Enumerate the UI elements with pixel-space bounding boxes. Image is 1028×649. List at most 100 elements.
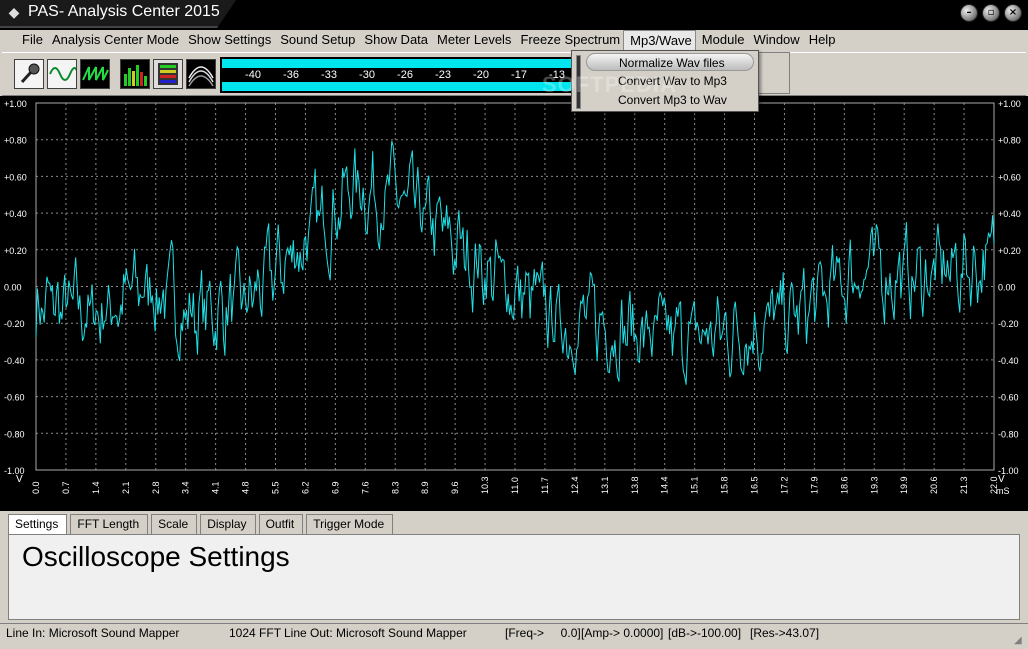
menu-module[interactable]: Module xyxy=(696,30,748,50)
x-tick-label: 18.6 xyxy=(839,476,849,494)
x-tick-label: 6.2 xyxy=(300,481,310,494)
status-res: [Res->43.07] xyxy=(750,626,820,640)
title-tab: ◆ PAS- Analysis Center 2015 xyxy=(0,0,236,28)
x-tick-label: 11.7 xyxy=(540,477,550,494)
x-tick-label: 2.1 xyxy=(121,481,131,494)
microphone-icon xyxy=(15,60,43,88)
y-tick-label-right: +0.80 xyxy=(998,136,1021,146)
x-tick-label: 17.9 xyxy=(809,476,819,494)
menu-show-settings[interactable]: Show Settings xyxy=(182,30,274,50)
close-icon: × xyxy=(1008,7,1018,18)
meter-scale-label: -20 xyxy=(473,69,489,81)
y-tick-label: -0.20 xyxy=(4,319,25,329)
meter-panel-button[interactable] xyxy=(153,59,183,89)
x-unit-label: mS xyxy=(996,486,1010,496)
menu-help[interactable]: Help xyxy=(803,30,839,50)
x-tick-label: 8.3 xyxy=(390,481,400,494)
microphone-button[interactable] xyxy=(14,59,44,89)
y-tick-label-right: +0.60 xyxy=(998,172,1021,182)
meter-panel-icon xyxy=(154,60,182,88)
settings-panel: Oscilloscope Settings xyxy=(8,534,1020,620)
y-tick-label-right: +1.00 xyxy=(998,99,1021,109)
x-tick-label: 8.9 xyxy=(420,481,430,494)
y-unit-label: V xyxy=(16,474,23,485)
y-tick-label: +0.80 xyxy=(4,136,27,146)
x-tick-label: 6.9 xyxy=(330,481,340,494)
meter-side-panel xyxy=(758,52,790,94)
menu-analysis-center-mode[interactable]: Analysis Center Mode xyxy=(46,30,182,50)
y-unit-label-right: V xyxy=(998,474,1005,485)
tab-fft-length[interactable]: FFT Length xyxy=(70,514,149,534)
x-tick-label: 9.6 xyxy=(450,481,460,494)
y-tick-label: -0.40 xyxy=(4,356,25,366)
menu-window[interactable]: Window xyxy=(747,30,802,50)
x-tick-label: 3.4 xyxy=(181,481,191,494)
y-tick-label: +0.40 xyxy=(4,209,27,219)
tab-display[interactable]: Display xyxy=(200,514,256,534)
x-tick-label: 0.7 xyxy=(61,481,71,494)
status-bar: Line In: Microsoft Sound Mapper 1024 FFT… xyxy=(0,623,1028,649)
menu-file[interactable]: File xyxy=(2,30,46,50)
meter-scale-label: -26 xyxy=(397,69,413,81)
spectrum-button[interactable] xyxy=(120,59,150,89)
y-tick-label: -0.60 xyxy=(4,393,25,403)
meter-scale-label: -23 xyxy=(435,69,451,81)
level-meter: -40 -36 -33 -30 -26 -23 -20 -17 -13 xyxy=(220,57,578,93)
panel-title: Oscilloscope Settings xyxy=(22,541,290,572)
x-tick-label: 12.4 xyxy=(570,476,580,494)
y-tick-label: +0.60 xyxy=(4,172,27,182)
tab-settings[interactable]: Settings xyxy=(8,514,68,534)
restore-icon: ▫ xyxy=(987,7,995,18)
menu-mp3-wave[interactable]: Mp3/Wave xyxy=(623,30,696,50)
status-fft: 1024 FFT xyxy=(229,626,282,640)
waterfall-icon xyxy=(187,60,215,88)
close-button[interactable]: × xyxy=(1004,4,1022,22)
menu-freeze-spectrum[interactable]: Freeze Spectrum xyxy=(514,30,623,50)
x-tick-label: 2.8 xyxy=(151,481,161,494)
tab-scale[interactable]: Scale xyxy=(151,514,198,534)
app-icon: ◆ xyxy=(8,5,20,21)
y-tick-label-right: -0.40 xyxy=(998,356,1019,366)
oscilloscope-display: +1.00 +1.00 +0.80 +0.80 +0.60 +0.60 +0.40 +0.40… xyxy=(0,96,1028,511)
menu-bar: File Analysis Center Mode Show Settings Sou… xyxy=(2,30,1026,50)
status-db: [dB->-100.00] xyxy=(668,626,742,640)
minimize-icon: – xyxy=(966,7,972,18)
waterfall-button[interactable] xyxy=(186,59,216,89)
status-line-out: Line Out: Microsoft Sound Mapper xyxy=(284,626,467,640)
y-tick-label-right: 0.00 xyxy=(998,283,1016,293)
meter-bar-right xyxy=(222,82,576,91)
x-tick-label: 13.1 xyxy=(600,476,610,494)
x-tick-label: 14.4 xyxy=(660,476,670,494)
y-tick-label-right: -0.20 xyxy=(998,319,1019,329)
tab-trigger-mode[interactable]: Trigger Mode xyxy=(306,514,394,534)
window-title: PAS- Analysis Center 2015 xyxy=(28,3,220,20)
x-tick-label: 5.5 xyxy=(271,481,281,494)
restore-button[interactable]: ▫ xyxy=(982,4,1000,22)
y-tick-label-right: -0.60 xyxy=(998,393,1019,403)
x-tick-label: 20.6 xyxy=(929,476,939,494)
x-tick-label: 15.1 xyxy=(690,476,700,494)
settings-tabs: Settings FFT Length Scale Display Outfit Trig… xyxy=(8,514,396,534)
x-tick-label: 0.0 xyxy=(31,481,41,494)
y-tick-label-right: +0.40 xyxy=(998,209,1021,219)
meter-scale-label: -40 xyxy=(245,69,261,81)
sawtooth-wave-button[interactable] xyxy=(80,59,110,89)
y-tick-label: +0.20 xyxy=(4,246,27,256)
menu-meter-levels[interactable]: Meter Levels xyxy=(431,30,514,50)
x-tick-label: 19.9 xyxy=(899,476,909,494)
menu-item-normalize-wav[interactable]: Normalize Wav files xyxy=(586,53,754,71)
meter-scale-label: -36 xyxy=(283,69,299,81)
y-tick-label: +1.00 xyxy=(4,99,27,109)
sine-wave-icon xyxy=(48,60,79,88)
minimize-button[interactable]: – xyxy=(960,4,978,22)
sine-wave-button[interactable] xyxy=(47,59,79,89)
x-tick-label: 1.4 xyxy=(91,481,101,494)
x-tick-label: 4.1 xyxy=(211,481,221,494)
menu-show-data[interactable]: Show Data xyxy=(358,30,431,50)
resize-grip-icon[interactable]: ◢ xyxy=(1014,635,1026,647)
tab-outfit[interactable]: Outfit xyxy=(258,514,304,534)
status-line-in: Line In: Microsoft Sound Mapper xyxy=(6,626,180,640)
menu-sound-setup[interactable]: Sound Setup xyxy=(274,30,358,50)
title-bar: ◆ PAS- Analysis Center 2015 – ▫ × xyxy=(0,0,1028,30)
toolbar: -40 -36 -33 -30 -26 -23 -20 -17 -13 xyxy=(2,52,1026,96)
